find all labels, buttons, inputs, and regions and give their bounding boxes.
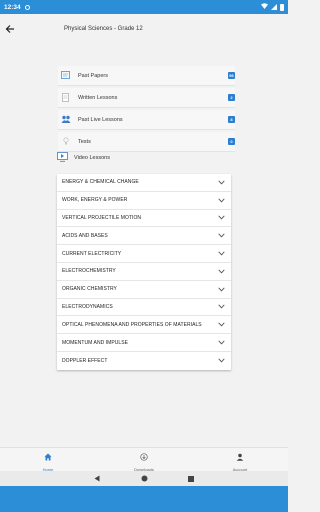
signal-icon [271,4,277,10]
chevron-down-icon [217,357,225,365]
topic-item[interactable]: CURRENT ELECTRICITY [57,245,231,263]
topic-item[interactable]: OPTICAL PHENOMENA AND PROPERTIES OF MATE… [57,316,231,335]
quick-link-label: Tests [78,138,91,145]
nav-downloads[interactable]: Downloads [96,448,192,472]
system-back-button[interactable] [92,474,102,484]
topic-label: MOMENTUM AND IMPULSE [62,339,129,346]
topic-item[interactable]: ENERGY & CHEMICAL CHANGE [57,174,231,192]
topic-item[interactable]: MOMENTUM AND IMPULSE [57,334,231,352]
topic-item[interactable]: DOPPLER EFFECT [57,351,231,370]
chevron-down-icon [217,232,225,240]
topic-label: OPTICAL PHENOMENA AND PROPERTIES OF MATE… [62,321,202,328]
nav-account[interactable]: Account [192,448,288,472]
bottom-navigation: Home Downloads Account [0,447,288,472]
system-navigation-bar [0,471,288,486]
count-badge: 96 [228,72,235,79]
topic-item[interactable]: ORGANIC CHEMISTRY [57,280,231,299]
recents-square-icon [188,475,194,482]
notification-icon [24,4,30,10]
topic-label: DOPPLER EFFECT [62,357,108,364]
back-arrow-icon [5,25,14,33]
quick-link-past-live-lessons[interactable]: Past Live Lessons 8 [58,110,235,130]
topic-label: ELECTROCHEMISTRY [62,268,116,275]
system-recents-button[interactable] [186,474,196,484]
app-bar: Physical Sciences - Grade 12 [0,14,288,44]
quick-link-written-lessons[interactable]: Written Lessons 2 [58,88,235,108]
topic-item[interactable]: WORK, ENERGY & POWER [57,191,231,210]
chevron-down-icon [217,178,225,186]
chevron-down-icon [217,303,225,311]
back-button[interactable] [0,14,22,44]
tests-icon [60,136,72,148]
quick-links-list: Past Papers 96 Written Lessons 2 Past Li… [58,66,235,154]
topic-label: ACIDS AND BASES [62,232,108,239]
topic-item[interactable]: ACIDS AND BASES [57,227,231,246]
video-lessons-link[interactable]: Video Lessons [57,151,235,165]
topic-label: VERTICAL PROJECTILE MOTION [62,214,142,221]
topic-label: ENERGY & CHEMICAL CHANGE [62,179,139,186]
quick-link-label: Written Lessons [78,94,118,101]
count-badge: 8 [228,116,235,123]
topic-label: CURRENT ELECTRICITY [62,250,122,257]
count-badge: 2 [228,94,235,101]
page-title: Physical Sciences - Grade 12 [64,26,143,32]
status-time: 12:34 [4,3,21,11]
topic-item[interactable]: ELECTRODYNAMICS [57,298,231,317]
quick-link-tests[interactable]: Tests 0 [58,132,235,152]
topics-list: ENERGY & CHEMICAL CHANGE WORK, ENERGY & … [57,174,231,370]
quick-link-label: Past Live Lessons [78,116,123,123]
count-badge: 0 [228,138,235,145]
status-bar: 12:34 [0,0,288,14]
back-triangle-icon [94,475,100,482]
topic-label: ORGANIC CHEMISTRY [62,286,117,293]
system-home-button[interactable] [139,474,149,484]
chevron-down-icon [217,285,225,293]
chevron-down-icon [217,214,225,222]
quick-link-label: Past Papers [78,72,108,79]
downloads-icon [140,448,148,466]
account-icon [236,448,244,466]
live-lessons-icon [60,114,72,126]
written-lessons-icon [60,92,72,104]
chevron-down-icon [217,250,225,258]
chevron-down-icon [217,321,225,329]
wifi-icon [261,3,268,11]
video-lessons-icon [57,149,68,167]
video-lessons-label: Video Lessons [74,155,110,161]
topic-item[interactable]: VERTICAL PROJECTILE MOTION [57,209,231,228]
chevron-down-icon [217,196,225,204]
nav-home[interactable]: Home [0,448,96,472]
bottom-bar [0,486,288,512]
chevron-down-icon [217,267,225,275]
quick-link-past-papers[interactable]: Past Papers 96 [58,66,235,86]
home-circle-icon [141,475,147,482]
past-papers-icon [60,70,72,82]
home-icon [44,448,52,466]
topic-label: ELECTRODYNAMICS [62,303,113,310]
topic-label: WORK, ENERGY & POWER [62,197,128,204]
battery-icon [280,3,284,11]
topic-item[interactable]: ELECTROCHEMISTRY [57,262,231,281]
chevron-down-icon [217,339,225,347]
